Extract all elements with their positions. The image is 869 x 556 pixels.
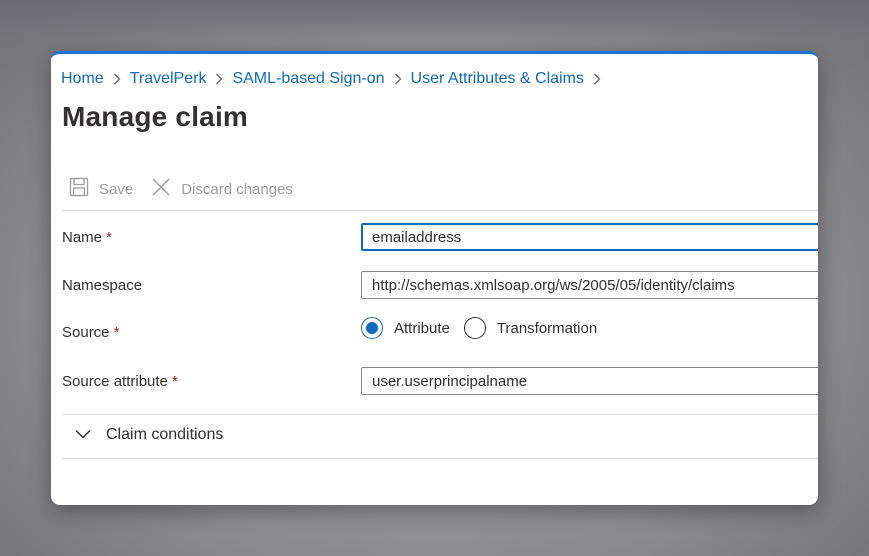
required-marker: *	[106, 229, 112, 246]
source-attribute-label: Source attribute *	[62, 373, 178, 390]
save-icon	[69, 177, 99, 201]
manage-claim-panel: Home TravelPerk SAML-based Sign-on User …	[51, 51, 818, 505]
radio-transformation[interactable]	[463, 317, 486, 339]
section-divider	[62, 414, 818, 415]
source-option-attribute[interactable]: Attribute	[361, 317, 450, 339]
chevron-down-icon	[75, 426, 106, 444]
chevron-right-icon	[584, 70, 610, 88]
chevron-right-icon	[385, 70, 411, 88]
radio-attribute-label: Attribute	[394, 319, 450, 337]
source-label: Source *	[62, 324, 120, 341]
required-marker: *	[113, 324, 120, 341]
radio-transformation-label: Transformation	[496, 319, 598, 337]
name-label: Name *	[62, 229, 112, 246]
chevron-right-icon	[206, 70, 232, 88]
chevron-right-icon	[104, 70, 130, 88]
breadcrumb-saml-sign-on[interactable]: SAML-based Sign-on	[232, 70, 384, 88]
required-marker: *	[171, 373, 178, 390]
close-icon	[151, 177, 181, 201]
breadcrumb: Home TravelPerk SAML-based Sign-on User …	[61, 69, 610, 89]
command-bar: Save Discard changes	[69, 175, 311, 203]
save-label: Save	[99, 180, 134, 198]
save-button[interactable]: Save	[69, 177, 133, 201]
discard-label: Discard changes	[181, 180, 293, 198]
page-title: Manage claim	[62, 101, 249, 132]
namespace-label: Namespace	[62, 277, 143, 294]
breadcrumb-travelperk[interactable]: TravelPerk	[130, 70, 207, 88]
name-input[interactable]	[361, 223, 818, 251]
window-backdrop	[0, 0, 869, 40]
radio-attribute[interactable]	[361, 317, 383, 339]
toolbar-divider	[62, 210, 818, 211]
claim-conditions-toggle[interactable]: Claim conditions	[75, 426, 223, 444]
source-option-transformation[interactable]: Transformation	[463, 317, 598, 339]
discard-changes-button[interactable]: Discard changes	[151, 177, 293, 201]
breadcrumb-home[interactable]: Home	[61, 70, 104, 88]
namespace-input[interactable]	[361, 271, 818, 299]
section-divider-bottom	[62, 458, 818, 459]
source-radio-group: Attribute Transformation	[361, 317, 611, 339]
breadcrumb-user-attributes-claims[interactable]: User Attributes & Claims	[411, 70, 584, 88]
claim-conditions-label: Claim conditions	[106, 426, 224, 443]
source-attribute-input[interactable]	[361, 367, 818, 395]
